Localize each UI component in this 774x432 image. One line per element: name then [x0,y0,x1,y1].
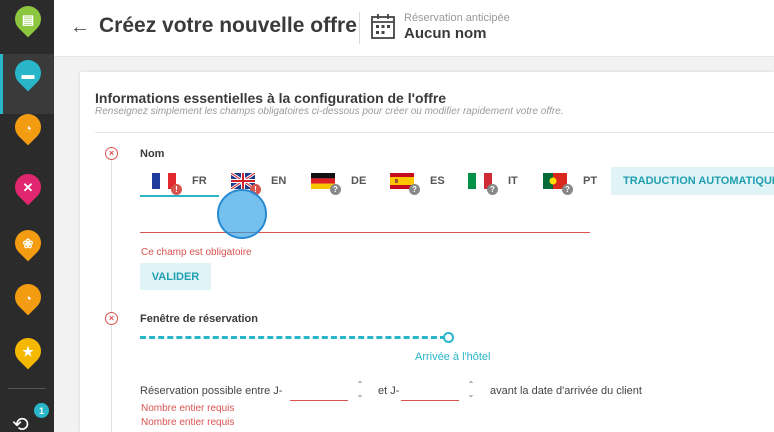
tab-lang-es[interactable]: ? ES [390,167,445,195]
section-subtitle: Renseignez simplement les champs obligat… [95,106,564,117]
sidebar-item-activities[interactable]: ◔ [0,278,54,338]
sidebar: ▤ ▬ ◔ ✕ ❀ ◔ ★ ⟲ 1 [0,0,54,432]
timeline-end-marker [443,332,454,343]
error-status-icon: × [105,147,118,160]
header-divider [359,12,360,44]
section-divider [95,132,774,133]
error-badge-icon: ! [171,184,182,195]
notification-badge: 1 [34,403,49,418]
offer-form-card: Informations essentielles à la configura… [80,72,774,432]
germany-flag-icon: ? [311,173,341,195]
sidebar-item-schedule[interactable]: ◔ [0,108,54,168]
top-header: ← Créez votre nouvelle offre Réservation… [54,0,774,57]
tab-lang-pt[interactable]: ? PT [543,167,597,195]
max-days-error: Nombre entier requis [141,417,235,428]
page-title: Créez votre nouvelle offre [99,14,357,37]
offer-name: Aucun nom [404,25,487,42]
error-status-icon: × [105,312,118,325]
help-badge-icon: ? [409,184,420,195]
portugal-flag-icon: ? [543,173,573,195]
timeline-end-label: Arrivée à l'hôtel [415,351,491,363]
booking-text-middle: et J- [378,385,400,397]
uk-flag-icon: ! [230,171,261,195]
tab-lang-de[interactable]: ? DE [311,167,366,195]
tab-lang-it[interactable]: ? IT [468,167,518,195]
auto-translate-button[interactable]: TRADUCTION AUTOMATIQUE [611,167,774,195]
booking-timeline [140,336,446,339]
help-badge-icon: ? [562,184,573,195]
sidebar-item-spa[interactable]: ❀ [0,224,54,284]
section-title: Informations essentielles à la configura… [95,90,447,106]
name-input[interactable] [140,215,590,233]
lang-code: ES [430,175,445,187]
min-days-error: Nombre entier requis [141,403,235,414]
lang-code: FR [192,175,207,187]
france-flag-icon: ! [152,173,182,195]
help-badge-icon: ? [487,184,498,195]
touch-indicator [217,189,267,239]
lang-code: PT [583,175,598,187]
sidebar-item-restaurant[interactable]: ✕ [0,168,54,228]
help-badge-icon: ? [330,184,341,195]
sidebar-divider [8,388,46,389]
sidebar-item-hotel[interactable]: ▤ [0,0,54,60]
name-label: Nom [140,148,165,160]
validate-button[interactable]: VALIDER [140,263,211,290]
spain-flag-icon: ? [390,173,420,195]
name-error-message: Ce champ est obligatoire [141,247,252,258]
min-days-stepper[interactable]: ⌃ ⌄ [355,380,365,402]
lang-code: IT [508,175,518,187]
calendar-icon [371,14,395,39]
sidebar-item-favorites[interactable]: ★ [0,332,54,392]
booking-text-after: avant la date d'arrivée du client [490,385,642,397]
lang-code: DE [351,175,367,187]
min-days-input[interactable] [290,383,348,401]
tab-lang-fr[interactable]: ! FR [152,167,207,195]
booking-window-label: Fenêtre de réservation [140,313,258,325]
max-days-input[interactable] [401,383,459,401]
step-connector [111,326,112,432]
arrow-left-icon[interactable]: ← [70,16,90,38]
sidebar-item-rooms[interactable]: ▬ [0,54,54,114]
lang-code: EN [271,175,287,187]
italy-flag-icon: ? [468,173,498,195]
booking-text-before: Réservation possible entre J- [140,385,283,397]
max-days-stepper[interactable]: ⌃ ⌄ [466,380,476,402]
step-connector [111,160,112,312]
offer-type: Réservation anticipée [404,12,510,24]
active-tab-indicator [140,195,219,197]
